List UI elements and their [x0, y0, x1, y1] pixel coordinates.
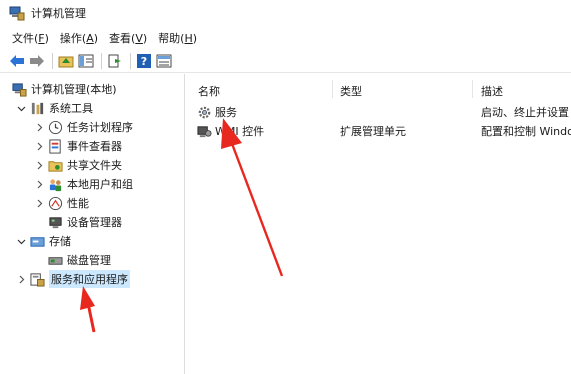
menu-help[interactable]: 帮助(H) [158, 30, 197, 46]
list-cell-name: 服务 [197, 103, 331, 121]
tree-item-performance[interactable]: 性能 [34, 194, 89, 212]
list-cell-description: 配置和控制 Windo [481, 125, 571, 138]
tools-icon [30, 101, 45, 116]
tree-item-label: 系统工具 [49, 102, 93, 115]
service-name: WMI 控件 [215, 125, 265, 138]
column-divider[interactable] [332, 80, 333, 98]
chevron-right-icon[interactable] [16, 274, 26, 284]
tree-item-event-viewer[interactable]: 事件查看器 [34, 137, 122, 155]
tree-item-task-scheduler[interactable]: 任务计划程序 [34, 118, 133, 136]
list-cell-name: WMI 控件 [197, 122, 331, 140]
show-hide-tree-icon[interactable] [77, 52, 95, 70]
tree-item-storage[interactable]: 存储 [16, 232, 71, 250]
menu-file-label: 文件( [12, 32, 39, 45]
column-header-description[interactable]: 描述 [481, 83, 503, 99]
tree-item-label: 服务和应用程序 [49, 270, 130, 288]
tree-item-device-manager[interactable]: 设备管理器 [48, 213, 122, 231]
menu-bar: 文件(F) 操作(A) 查看(V) 帮助(H) [0, 28, 571, 48]
tree-item-local-users[interactable]: 本地用户和组 [34, 175, 133, 193]
tree-item-label: 共享文件夹 [67, 159, 122, 172]
shared-folder-icon [48, 158, 63, 173]
list-cell-description: 启动、终止并设置 [481, 106, 569, 119]
menu-help-label: 帮助( [158, 32, 185, 45]
content-list: 名称 类型 描述 服务 启动、终止并设置 WMI 控件 扩展管理单元 配置和控制… [190, 74, 571, 374]
forward-arrow-icon[interactable] [28, 52, 46, 70]
tree-item-label: 存储 [49, 235, 71, 248]
services-apps-icon [30, 272, 45, 287]
users-icon [48, 177, 63, 192]
tree-item-label: 计算机管理(本地) [31, 83, 117, 96]
help-icon[interactable]: ? [135, 52, 153, 70]
chevron-right-icon[interactable] [34, 160, 44, 170]
gear-icon [197, 105, 212, 120]
column-header-name[interactable]: 名称 [198, 83, 220, 99]
tree-item-disk-management[interactable]: 磁盘管理 [48, 251, 111, 269]
tree-item-root[interactable]: 计算机管理(本地) [12, 80, 117, 98]
back-arrow-icon[interactable] [8, 52, 26, 70]
performance-gauge-icon [48, 196, 63, 211]
chevron-right-icon[interactable] [34, 179, 44, 189]
service-name: 服务 [215, 106, 237, 119]
menu-action-label: 操作( [59, 32, 87, 45]
tree-item-label: 设备管理器 [67, 216, 122, 229]
menu-file[interactable]: 文件(F) [12, 30, 49, 46]
menu-file-tail: ) [44, 32, 49, 45]
title-bar: 计算机管理 [0, 0, 571, 26]
chevron-down-icon[interactable] [16, 236, 26, 246]
menu-action-tail: ) [93, 32, 99, 45]
tree-item-services-apps[interactable]: 服务和应用程序 [16, 270, 130, 288]
clock-icon [48, 120, 63, 135]
chevron-right-icon[interactable] [34, 198, 44, 208]
menu-view[interactable]: 查看(V) [109, 30, 147, 46]
toolbar-separator [101, 53, 102, 69]
chevron-right-icon[interactable] [34, 141, 44, 151]
list-row-services[interactable]: 服务 启动、终止并设置 [190, 103, 571, 121]
list-cell-type: 扩展管理单元 [340, 125, 406, 138]
toolbar-separator [52, 53, 53, 69]
column-divider[interactable] [472, 80, 473, 98]
tree-item-label: 性能 [67, 197, 89, 210]
navigation-tree: 计算机管理(本地) 系统工具 任务计划程序 事件查看器 共享文件夹 本地用户和组… [0, 74, 185, 374]
menu-help-tail: ) [192, 32, 198, 45]
list-cell-type [340, 103, 470, 121]
menu-view-label: 查看( [109, 32, 136, 45]
toolbar: ? [0, 50, 571, 73]
chevron-right-icon[interactable] [34, 122, 44, 132]
tree-item-system-tools[interactable]: 系统工具 [16, 99, 93, 117]
tree-item-label: 事件查看器 [67, 140, 122, 153]
up-folder-icon[interactable] [57, 52, 75, 70]
list-row-wmi[interactable]: WMI 控件 扩展管理单元 配置和控制 Windo [190, 122, 571, 140]
tree-item-label: 本地用户和组 [67, 178, 133, 191]
menu-view-tail: ) [142, 32, 148, 45]
window-title: 计算机管理 [31, 7, 86, 20]
svg-text:?: ? [141, 55, 147, 68]
tree-item-shared-folders[interactable]: 共享文件夹 [34, 156, 122, 174]
properties-icon[interactable] [155, 52, 173, 70]
wmi-control-icon [197, 124, 212, 139]
storage-icon [30, 234, 45, 249]
export-list-icon[interactable] [106, 52, 124, 70]
computer-management-icon [9, 5, 25, 21]
menu-help-mnemonic: H [184, 32, 193, 45]
event-log-icon [48, 138, 63, 154]
menu-view-mnemonic: V [135, 32, 143, 45]
computer-management-icon [12, 82, 27, 97]
tree-item-label: 任务计划程序 [67, 121, 133, 134]
menu-action-mnemonic: A [86, 32, 94, 45]
tree-item-label: 磁盘管理 [67, 254, 111, 267]
disk-icon [48, 253, 63, 268]
chevron-down-icon[interactable] [16, 103, 26, 113]
device-manager-icon [48, 215, 63, 230]
column-header-type[interactable]: 类型 [340, 83, 362, 99]
menu-action[interactable]: 操作(A) [60, 30, 98, 46]
toolbar-separator [130, 53, 131, 69]
